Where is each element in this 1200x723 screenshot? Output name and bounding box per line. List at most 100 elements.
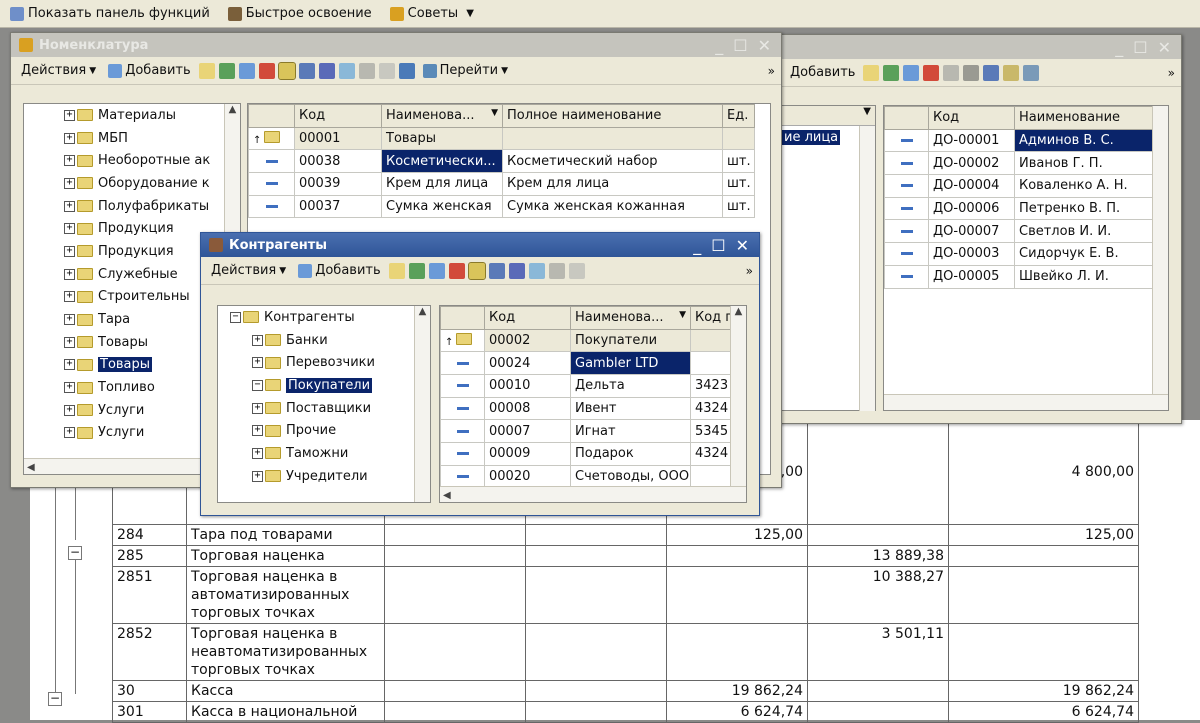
find-icon[interactable]	[338, 62, 355, 79]
expand-icon[interactable]: +	[64, 404, 75, 416]
column-header[interactable]: Полное наименование	[502, 104, 723, 128]
up-arrow-icon[interactable]: ↑	[253, 135, 261, 146]
add-folder-icon[interactable]	[863, 64, 880, 81]
expand-icon[interactable]: +	[64, 336, 75, 348]
scrollbar[interactable]: ▲	[730, 306, 746, 486]
collapse-icon[interactable]: −	[68, 546, 82, 560]
table-row[interactable]: 00039 Крем для лица Крем для лица шт.	[248, 172, 755, 196]
table-row[interactable]: ДО-00002 Иванов Г. П.	[884, 151, 1155, 176]
goto-menu[interactable]: Перейти ▼	[419, 60, 512, 82]
hierarchy-icon[interactable]	[963, 64, 980, 81]
contragents-titlebar[interactable]: Контрагенты _ ☐ ✕	[201, 233, 759, 257]
column-header[interactable]: Наименова... ▼	[570, 306, 691, 330]
table-row[interactable]: ДО-00005 Швейко Л. И.	[884, 264, 1155, 289]
maximize-icon[interactable]: ☐	[711, 236, 725, 255]
clear-filter-icon[interactable]	[378, 62, 395, 79]
table-row[interactable]: ДО-00004 Коваленко А. Н.	[884, 174, 1155, 198]
hierarchy-icon[interactable]	[277, 61, 296, 80]
expand-icon[interactable]: +	[64, 268, 75, 280]
expand-icon[interactable]: +	[252, 334, 263, 346]
tree-item[interactable]: − Покупатели	[252, 374, 430, 397]
maximize-icon[interactable]: ☐	[1133, 38, 1147, 57]
add-folder-icon[interactable]	[388, 262, 405, 279]
close-icon[interactable]: ✕	[736, 236, 749, 255]
more-icon[interactable]: »	[768, 64, 781, 78]
delete-icon[interactable]	[923, 64, 940, 81]
add-button[interactable]: Добавить	[104, 60, 194, 82]
list-icon[interactable]	[548, 262, 565, 279]
chevron-left-icon[interactable]: ◀	[440, 490, 451, 501]
table-row[interactable]: 00008 Ивент 4324	[440, 396, 731, 421]
filter-icon[interactable]	[318, 62, 335, 79]
chevron-down-icon[interactable]: ▼	[782, 106, 875, 126]
table-row[interactable]: 00020 Счетоводы, ООО	[440, 464, 731, 489]
delete-icon[interactable]	[258, 62, 275, 79]
column-header[interactable]: Код	[484, 306, 571, 330]
copy-icon[interactable]	[883, 64, 900, 81]
list-icon[interactable]	[358, 62, 375, 79]
find-icon[interactable]	[528, 262, 545, 279]
table-row[interactable]: ↑ 00001 Товары	[248, 126, 755, 151]
expand-icon[interactable]: +	[64, 314, 75, 326]
tree-root[interactable]: − Контрагенты	[230, 306, 430, 329]
more-icon[interactable]: »	[1168, 66, 1181, 80]
chevron-left-icon[interactable]: ◀	[24, 462, 35, 473]
tree-item[interactable]: + Материалы	[64, 104, 240, 127]
expand-icon[interactable]: +	[64, 155, 75, 167]
table-row[interactable]: 00007 Игнат 5345	[440, 419, 731, 444]
filter-icon[interactable]	[508, 262, 525, 279]
tips-button[interactable]: Советы ▼	[384, 3, 480, 25]
tree-item[interactable]: + Прочие	[252, 419, 430, 442]
tree-item[interactable]: + Необоротные ак	[64, 149, 240, 172]
column-header[interactable]: Ед.	[722, 104, 755, 128]
table-row[interactable]: ДО-00001 Админов В. С.	[884, 128, 1155, 153]
refresh-icon[interactable]	[1023, 64, 1040, 81]
column-header[interactable]: Код	[928, 106, 1015, 130]
actions-menu[interactable]: Действия ▼	[207, 260, 290, 282]
expand-icon[interactable]: +	[64, 223, 75, 235]
hierarchy-icon[interactable]	[467, 261, 486, 280]
close-icon[interactable]: ✕	[1158, 38, 1171, 57]
expand-icon[interactable]: +	[252, 425, 263, 437]
nomenclature-titlebar[interactable]: Номенклатура _ ☐ ✕	[11, 33, 781, 57]
scrollbar[interactable]	[859, 126, 875, 411]
table-row[interactable]: ДО-00006 Петренко В. П.	[884, 196, 1155, 221]
find-icon[interactable]	[1003, 64, 1020, 81]
expand-icon[interactable]: +	[252, 470, 263, 482]
chevron-up-icon[interactable]: ▲	[731, 306, 746, 317]
copy-icon[interactable]	[218, 62, 235, 79]
refresh-icon[interactable]	[488, 262, 505, 279]
chevron-up-icon[interactable]: ▲	[225, 104, 240, 115]
maximize-icon[interactable]: ☐	[733, 36, 747, 55]
scrollbar[interactable]: ▲	[414, 306, 430, 502]
more-icon[interactable]: »	[746, 264, 759, 278]
table-row[interactable]: 00010 Дельта 3423	[440, 374, 731, 398]
table-row[interactable]: 00024 Gambler LTD	[440, 351, 731, 376]
table-row[interactable]: ДО-00007 Светлов И. И.	[884, 219, 1155, 244]
tree-item[interactable]: + Оборудование к	[64, 172, 240, 195]
column-header[interactable]: Код	[294, 104, 382, 128]
show-functions-panel-button[interactable]: Показать панель функций	[4, 3, 216, 25]
clear-filter-icon[interactable]	[568, 262, 585, 279]
collapse-icon[interactable]: −	[252, 379, 263, 391]
scrollbar[interactable]: ◀	[440, 486, 746, 502]
expand-icon[interactable]: +	[64, 359, 75, 371]
table-row[interactable]: 00038 Косметически... Косметический набор ш…	[248, 149, 755, 174]
add-button[interactable]: Добавить	[294, 260, 384, 282]
expand-icon[interactable]: +	[64, 291, 75, 303]
tree-item[interactable]: + МБП	[64, 127, 240, 150]
tree-item[interactable]: + Учредители	[252, 465, 430, 488]
table-row[interactable]: 00037 Сумка женская Сумка женская кожанная…	[248, 194, 755, 219]
edit-icon[interactable]	[903, 64, 920, 81]
expand-icon[interactable]: +	[64, 132, 75, 144]
table-row[interactable]: ↑ 00002 Покупатели	[440, 328, 731, 353]
export-icon[interactable]	[398, 62, 415, 79]
expand-icon[interactable]: +	[252, 402, 263, 414]
expand-icon[interactable]: +	[252, 447, 263, 459]
expand-icon[interactable]: +	[64, 177, 75, 189]
move-icon[interactable]	[943, 64, 960, 81]
tree-item[interactable]: + Перевозчики	[252, 351, 430, 374]
actions-menu[interactable]: Действия ▼	[17, 60, 100, 82]
scrollbar[interactable]	[884, 394, 1168, 410]
tree-item[interactable]: + Поставщики	[252, 397, 430, 420]
